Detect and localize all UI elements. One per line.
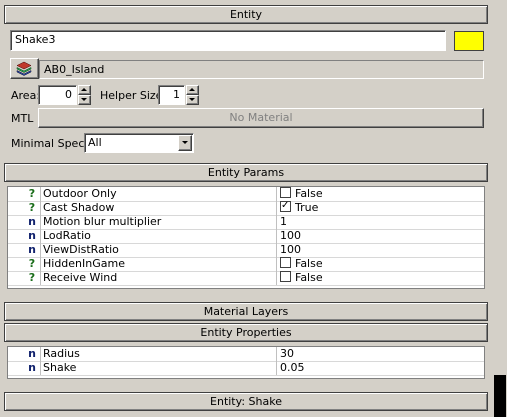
number-type-icon: n [28, 347, 36, 360]
param-name: HiddenInGame [40, 257, 279, 271]
param-name: LodRatio [40, 229, 279, 243]
layers-icon [16, 61, 32, 76]
entity-params-grid: ? Outdoor Only False? Cast Shadow True n Motio… [7, 186, 485, 289]
param-name: Outdoor Only [40, 187, 279, 201]
helper-spin-down[interactable] [186, 95, 199, 105]
param-value[interactable]: False [276, 271, 480, 285]
param-name: Motion blur multiplier [40, 215, 279, 229]
param-row[interactable]: n Motion blur multiplier 1 [8, 215, 484, 230]
chevron-down-icon [182, 141, 188, 144]
param-value-text: True [295, 201, 319, 214]
entity-color-swatch[interactable] [454, 31, 484, 51]
layer-name-field: AB0_Island [39, 60, 484, 79]
param-value-text: False [295, 187, 323, 200]
checkbox[interactable] [280, 199, 291, 213]
layer-select-button[interactable] [10, 58, 39, 79]
param-name: Cast Shadow [40, 201, 279, 215]
arrow-down-icon [189, 98, 195, 101]
mtl-button[interactable]: No Material [38, 108, 484, 128]
property-value[interactable]: 0.05 [276, 361, 480, 375]
param-value-text: 1 [280, 215, 287, 228]
helper-size-label: Helper Size: [100, 89, 167, 102]
param-value-text: False [295, 257, 323, 270]
param-row[interactable]: n ViewDistRatio 100 [8, 243, 484, 258]
layer-name-value: AB0_Island [44, 63, 105, 76]
boolean-type-icon: ? [28, 187, 36, 200]
checkbox[interactable] [280, 257, 291, 268]
property-row[interactable]: n Radius 30 [8, 347, 484, 362]
boolean-type-icon: ? [28, 257, 36, 270]
boolean-type-icon: ? [28, 201, 36, 214]
material-layers-header[interactable]: Material Layers [4, 302, 488, 321]
property-row[interactable]: n Shake 0.05 [8, 361, 484, 376]
entity-properties-grid: n Radius 30 n Shake 0.05 [7, 346, 485, 379]
param-value-text: False [295, 271, 323, 284]
param-value[interactable]: 100 [276, 243, 480, 257]
area-label: Area: [11, 89, 41, 102]
minimal-spec-select[interactable]: All [84, 133, 194, 153]
minimal-spec-label: Minimal Spec: [11, 137, 89, 150]
property-value-text: 30 [280, 347, 294, 360]
area-spin-up[interactable] [78, 85, 91, 95]
param-value-text: 100 [280, 243, 301, 256]
entity-name-value: Shake3 [15, 33, 56, 46]
param-value-text: 100 [280, 229, 301, 242]
param-value[interactable]: True [276, 199, 480, 215]
entity-shake-header[interactable]: Entity: Shake [4, 392, 488, 411]
checkbox[interactable] [280, 271, 291, 282]
property-value-text: 0.05 [280, 361, 305, 374]
area-value: 0 [65, 88, 72, 101]
entity-panel-header[interactable]: Entity [4, 5, 488, 24]
arrow-up-icon [81, 88, 87, 91]
entity-properties-header[interactable]: Entity Properties [4, 323, 488, 342]
property-value[interactable]: 30 [276, 347, 480, 361]
minimal-spec-dropdown-button[interactable] [178, 135, 192, 151]
boolean-type-icon: ? [28, 271, 36, 284]
area-spin-down[interactable] [78, 95, 91, 105]
param-row[interactable]: ? Outdoor Only False [8, 187, 484, 202]
mtl-label: MTL [11, 112, 34, 125]
checkbox[interactable] [280, 187, 291, 198]
param-name: ViewDistRatio [40, 243, 279, 257]
property-name: Radius [40, 347, 279, 361]
number-type-icon: n [28, 361, 36, 374]
helper-spin-up[interactable] [186, 85, 199, 95]
param-value[interactable]: 1 [276, 215, 480, 229]
minimal-spec-value: All [88, 136, 102, 149]
area-input[interactable]: 0 [38, 85, 77, 105]
scrollbar-track[interactable] [494, 0, 506, 375]
param-row[interactable]: ? HiddenInGame False [8, 257, 484, 272]
helper-size-value: 1 [173, 88, 180, 101]
param-row[interactable]: n LodRatio 100 [8, 229, 484, 244]
entity-params-header[interactable]: Entity Params [4, 163, 488, 182]
scrollbar[interactable] [493, 0, 507, 417]
param-value[interactable]: 100 [276, 229, 480, 243]
arrow-up-icon [189, 88, 195, 91]
helper-size-input[interactable]: 1 [158, 85, 185, 105]
number-type-icon: n [28, 243, 36, 256]
scrollbar-thumb[interactable] [494, 375, 506, 417]
param-name: Receive Wind [40, 271, 279, 285]
number-type-icon: n [28, 215, 36, 228]
number-type-icon: n [28, 229, 36, 242]
param-row[interactable]: ? Cast Shadow True [8, 199, 484, 216]
param-value[interactable]: False [276, 257, 480, 271]
arrow-down-icon [81, 98, 87, 101]
param-value[interactable]: False [276, 187, 480, 201]
property-name: Shake [40, 361, 279, 375]
entity-name-field[interactable]: Shake3 [10, 30, 446, 51]
param-row[interactable]: ? Receive Wind False [8, 271, 484, 286]
